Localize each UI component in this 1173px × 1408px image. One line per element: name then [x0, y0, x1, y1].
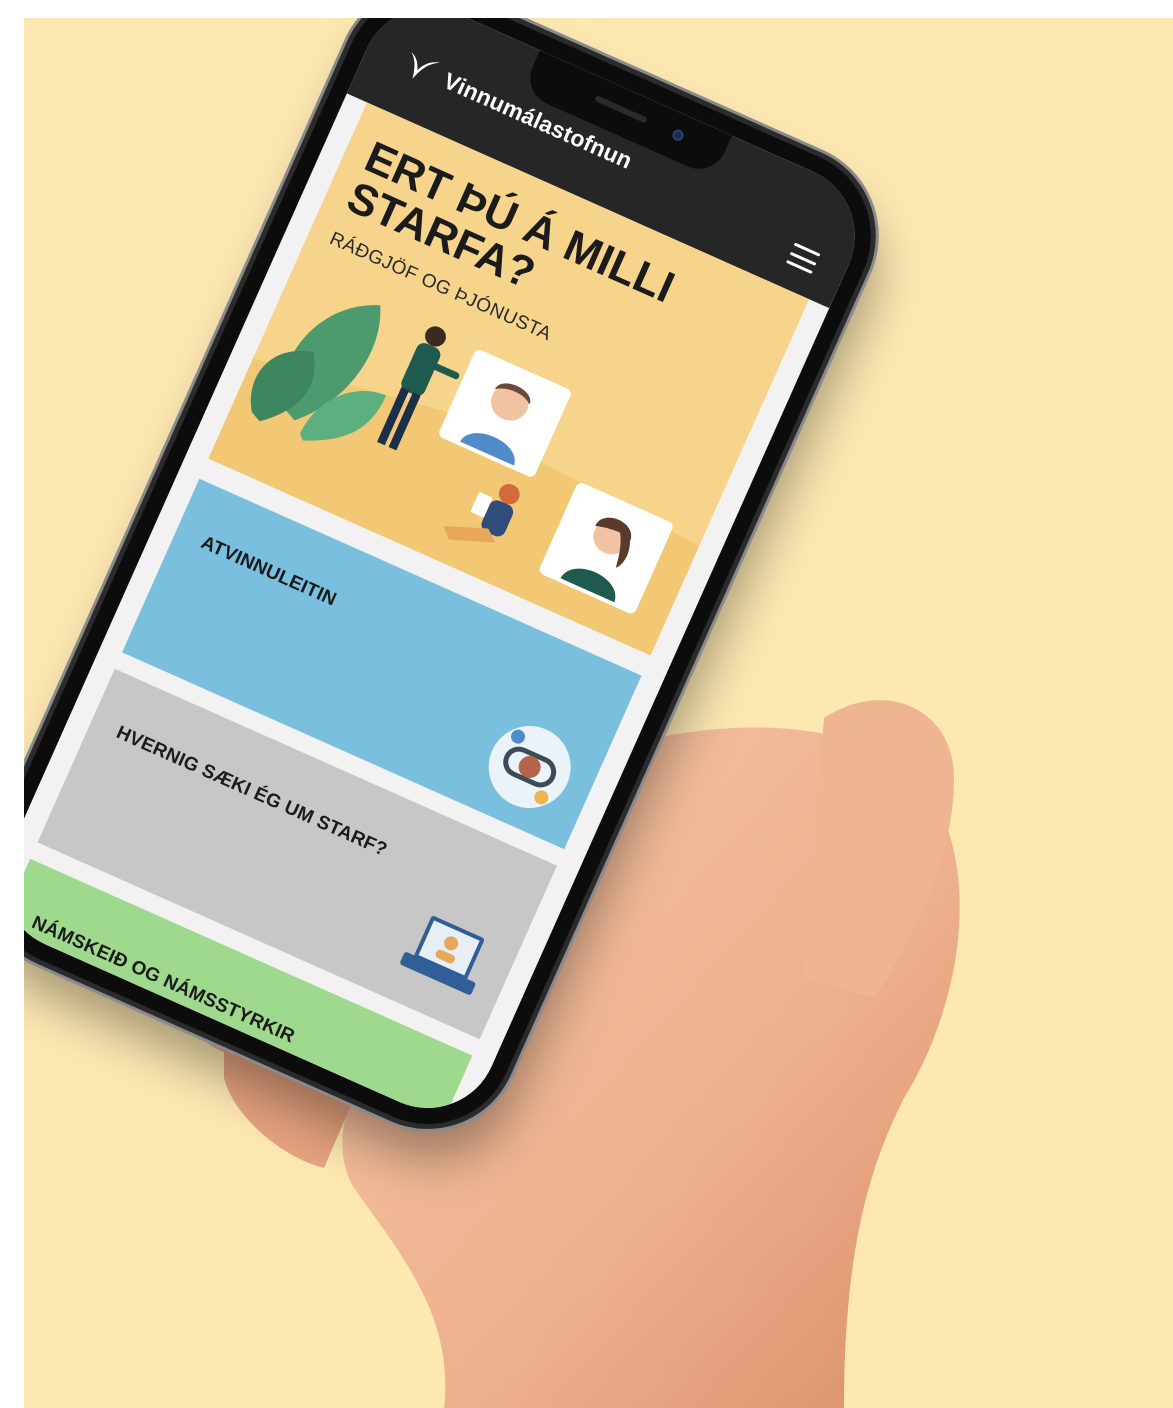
front-camera: [670, 127, 686, 143]
speaker-grille: [594, 95, 648, 124]
hamburger-menu-icon[interactable]: [785, 242, 821, 275]
logo-swoosh-icon: [411, 52, 441, 79]
card-label: ATVINNULEITIN: [197, 532, 340, 611]
photo-backdrop: Vinnumálastofnun ERT ÞÚ Á MILLI STARFA? …: [24, 18, 1173, 1408]
laptop-profile-icon: [400, 916, 485, 995]
job-search-cycle-icon: [488, 726, 571, 809]
